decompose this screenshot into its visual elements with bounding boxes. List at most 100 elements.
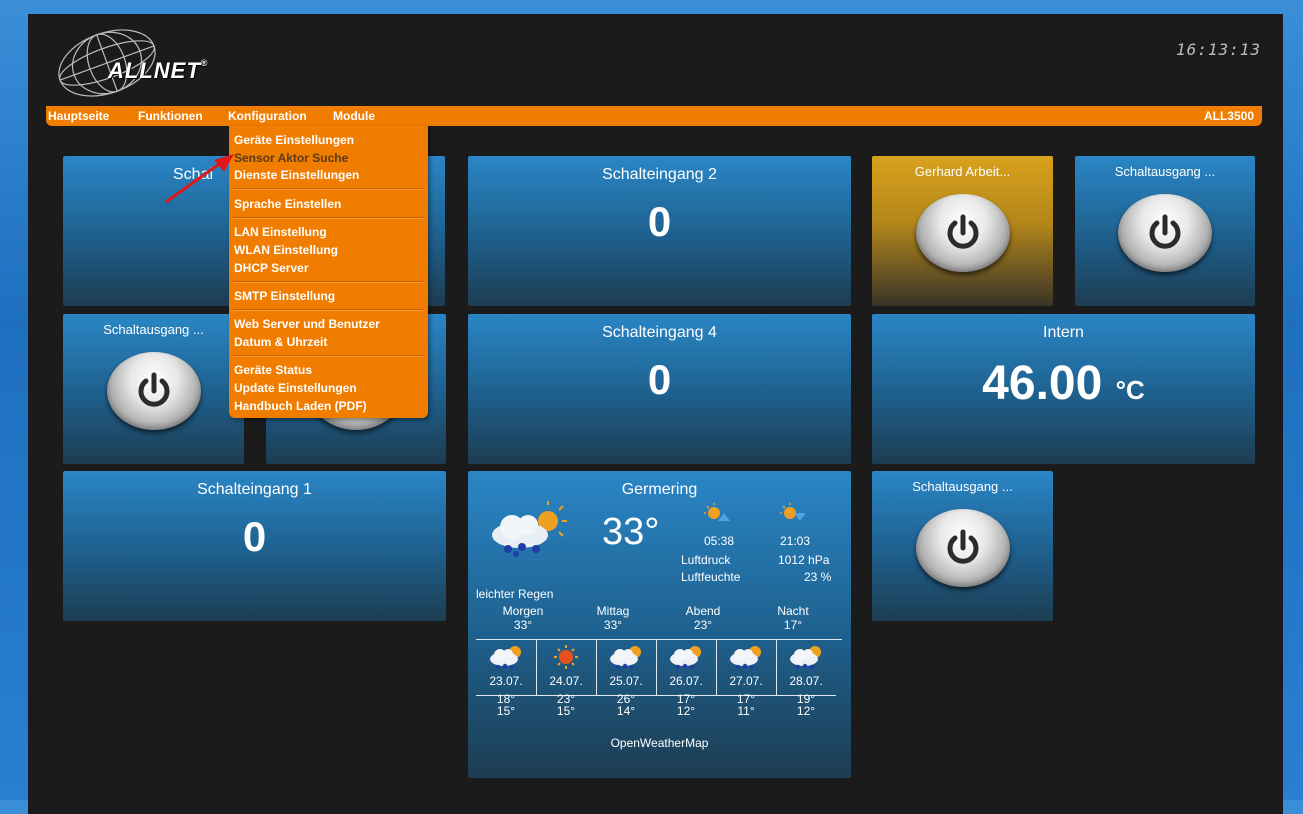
menu-item-web-server-und-benutzer[interactable]: Web Server und Benutzer <box>234 317 380 331</box>
forecast-day: 28.07. 19° 12° <box>776 643 836 717</box>
rain-cloud-sun-icon <box>610 646 641 670</box>
menu-item-sprache-einstellen[interactable]: Sprache Einstellen <box>234 197 341 211</box>
tile-schaltausgang-a[interactable]: Schaltausgang ... <box>1075 156 1255 306</box>
pressure-value: 1012 hPa <box>778 553 830 567</box>
main-menu-bar: Hauptseite Funktionen Konfiguration Modu… <box>46 106 1262 126</box>
tile-intern[interactable]: Intern 46.00 °C <box>872 314 1255 464</box>
temperature-unit: °C <box>1115 375 1145 405</box>
forecast-low: 12° <box>676 704 696 718</box>
sunrise-icon <box>704 503 730 521</box>
menu-separator <box>233 188 423 190</box>
power-button[interactable] <box>915 194 1010 272</box>
forecast-day: 23.07. 18° 15° <box>476 643 536 717</box>
forecast-low: 11° <box>737 704 755 718</box>
forecast-day: 24.07. 23° 15° <box>536 643 596 717</box>
tile-title: Intern <box>1043 324 1084 341</box>
forecast-date: 27.07. <box>729 674 763 688</box>
forecast-day: 26.07. 17° 12° <box>656 643 716 717</box>
menu-item-lan-einstellung[interactable]: LAN Einstellung <box>234 225 327 239</box>
menu-item-update-einstellungen[interactable]: Update Einstellungen <box>234 381 357 395</box>
menu-item-smtp-einstellung[interactable]: SMTP Einstellung <box>234 289 335 303</box>
forecast-low: 12° <box>796 704 816 718</box>
tile-title: Schaltausgang ... <box>912 479 1013 494</box>
menu-item-sensor-aktor-suche[interactable]: Sensor Aktor Suche <box>234 151 348 165</box>
menu-item-dhcp-server[interactable]: DHCP Server <box>234 261 308 275</box>
period-item: Mittag 33° <box>596 604 630 632</box>
forecast-low: 14° <box>616 704 636 718</box>
forecast-low: 15° <box>496 704 516 718</box>
pressure-label: Luftdruck <box>681 553 731 567</box>
forecast-date: 23.07. <box>489 674 523 688</box>
menu-separator <box>233 355 423 357</box>
forecast-top-divider <box>476 639 842 640</box>
power-icon <box>138 372 169 407</box>
forecast-date: 24.07. <box>549 674 583 688</box>
rain-cloud-sun-icon <box>790 646 821 670</box>
tile-value: 0 <box>647 198 672 245</box>
power-button[interactable] <box>106 352 201 430</box>
rain-cloud-sun-icon <box>670 646 701 670</box>
menu-separator <box>233 217 423 219</box>
period-item: Morgen 33° <box>502 604 544 632</box>
sunset-icon <box>780 503 806 521</box>
tile-weather[interactable]: Germering 33° 05:38 21:03 Luftdruck 1012… <box>468 471 851 778</box>
tile-value: 0 <box>647 356 672 403</box>
period-item: Nacht 17° <box>777 604 809 632</box>
tile-gerhard-arbeit[interactable]: Gerhard Arbeit... <box>872 156 1053 306</box>
power-icon <box>1149 214 1181 249</box>
tile-schalteingang-2[interactable]: Schalteingang 2 0 <box>468 156 851 306</box>
period-item: Abend 23° <box>685 604 721 632</box>
power-icon <box>947 529 978 564</box>
humidity-label: Luftfeuchte <box>681 570 741 584</box>
tile-schalteingang-1[interactable]: Schalteingang 1 0 <box>63 471 446 621</box>
rain-cloud-sun-icon <box>730 646 761 670</box>
menu-module[interactable]: Module <box>333 109 375 123</box>
forecast-date: 28.07. <box>789 674 823 688</box>
brand-name: ALLNET® <box>108 58 209 83</box>
tile-title: Schalteingang 1 <box>197 481 312 498</box>
temperature-value: 46.00 °C <box>982 357 1145 410</box>
menu-separator <box>233 309 423 311</box>
weather-condition: leichter Regen <box>476 587 554 601</box>
power-button[interactable] <box>915 509 1010 587</box>
tile-title: Schalteingang 2 <box>602 166 717 183</box>
power-icon <box>947 214 978 249</box>
device-model: ALL3500 <box>1203 109 1254 123</box>
forecast-day: 27.07. 17° 11° <box>716 643 776 717</box>
tile-value: 0 <box>242 513 267 560</box>
forecast-day: 25.07. 26° 14° <box>596 643 656 717</box>
tile-schaltausgang-c[interactable]: Schaltausgang ... <box>872 471 1053 621</box>
rain-cloud-sun-icon <box>490 646 521 670</box>
sun-icon <box>554 645 578 669</box>
konfiguration-dropdown: Geräte Einstellungen Sensor Aktor Suche … <box>229 126 428 418</box>
menu-item-geraete-einstellungen[interactable]: Geräte Einstellungen <box>234 133 354 147</box>
forecast-low: 15° <box>556 704 576 718</box>
menu-item-datum-uhrzeit[interactable]: Datum & Uhrzeit <box>234 335 327 349</box>
tile-title: Schalteingang 4 <box>602 324 717 341</box>
menu-funktionen[interactable]: Funktionen <box>138 109 203 123</box>
clock: 16:13:13 <box>1175 40 1261 59</box>
rain-cloud-sun-icon <box>492 501 567 557</box>
tile-schalteingang-4[interactable]: Schalteingang 4 0 <box>468 314 851 464</box>
menu-hauptseite[interactable]: Hauptseite <box>48 109 109 123</box>
menu-item-wlan-einstellung[interactable]: WLAN Einstellung <box>234 243 338 257</box>
sunrise-time: 05:38 <box>704 534 735 548</box>
humidity-value: 23 % <box>804 570 832 584</box>
allnet-logo: ALLNET® <box>52 28 242 98</box>
sunset-time: 21:03 <box>780 534 811 548</box>
tile-schaltausgang-b[interactable]: Schaltausgang ... <box>63 314 244 464</box>
menu-item-handbuch-laden[interactable]: Handbuch Laden (PDF) <box>234 399 367 413</box>
tile-title: Schaltausgang ... <box>103 322 204 337</box>
weather-city: Germering <box>621 481 698 498</box>
menu-konfiguration[interactable]: Konfiguration <box>228 109 307 123</box>
forecast-date: 25.07. <box>609 674 643 688</box>
menu-separator <box>233 281 423 283</box>
power-button[interactable] <box>1118 194 1212 272</box>
tile-title: Schaltausgang ... <box>1114 164 1216 179</box>
forecast-date: 26.07. <box>669 674 703 688</box>
menu-item-geraete-status[interactable]: Geräte Status <box>234 363 312 377</box>
tile-title: Gerhard Arbeit... <box>914 164 1011 179</box>
annotation-arrow-icon <box>165 154 234 204</box>
menu-item-dienste-einstellungen[interactable]: Dienste Einstellungen <box>234 168 359 182</box>
weather-source: OpenWeatherMap <box>610 736 709 750</box>
